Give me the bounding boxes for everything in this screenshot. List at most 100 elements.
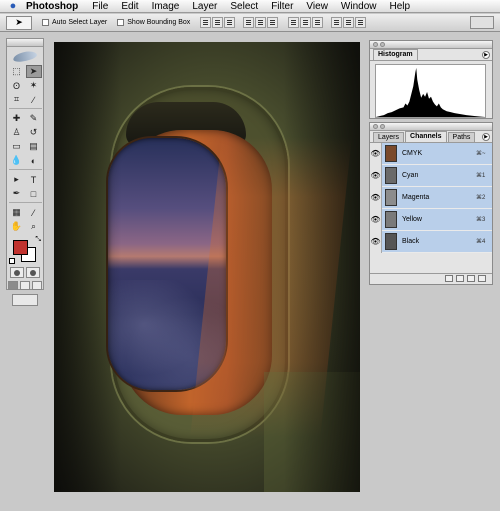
- tab-paths[interactable]: Paths: [447, 132, 476, 142]
- eyedropper-tool-icon[interactable]: ⁄: [26, 206, 42, 219]
- menu-edit[interactable]: Edit: [121, 1, 151, 12]
- tool-preset-picker[interactable]: ➤: [6, 15, 32, 30]
- move-arrow-icon: ➤: [15, 17, 23, 27]
- panel-minimize-icon[interactable]: [380, 42, 385, 47]
- apple-menu-icon[interactable]: ●: [0, 0, 26, 12]
- tab-channels[interactable]: Channels: [405, 131, 447, 142]
- bounding-box-option[interactable]: Show Bounding Box: [117, 19, 190, 26]
- menu-layer[interactable]: Layer: [192, 1, 230, 12]
- menu-app-name[interactable]: Photoshop: [26, 1, 92, 12]
- full-screen-icon[interactable]: [32, 281, 42, 290]
- slice-tool-icon[interactable]: ∕: [26, 93, 42, 106]
- distribute-right-icon[interactable]: [355, 17, 367, 28]
- panel-menu-icon[interactable]: ▶: [482, 133, 490, 141]
- gradient-tool-icon[interactable]: ▤: [26, 140, 42, 153]
- palette-well[interactable]: [470, 16, 494, 29]
- hand-tool-icon[interactable]: ✋: [9, 220, 25, 233]
- save-selection-icon[interactable]: [456, 275, 464, 282]
- distribute-vcenter-icon[interactable]: [300, 17, 312, 28]
- auto-select-checkbox[interactable]: [42, 19, 49, 26]
- channel-row[interactable]: 👁 Cyan ⌘1: [370, 164, 492, 187]
- photoshop-feather-icon[interactable]: [7, 47, 43, 65]
- path-selection-tool-icon[interactable]: ▸: [9, 173, 25, 186]
- tab-layers[interactable]: Layers: [373, 132, 405, 142]
- eye-icon[interactable]: 👁: [370, 186, 382, 209]
- standard-screen-icon[interactable]: [8, 281, 18, 290]
- standard-mode-icon[interactable]: [10, 267, 24, 278]
- panel-close-icon[interactable]: [373, 124, 378, 129]
- type-tool-icon[interactable]: T: [26, 173, 42, 186]
- eraser-tool-icon[interactable]: ▭: [9, 140, 25, 153]
- notes-tool-icon[interactable]: ▦: [9, 206, 25, 219]
- clone-stamp-tool-icon[interactable]: ♙: [9, 126, 25, 139]
- channel-row[interactable]: 👁 Black ⌘4: [370, 230, 492, 253]
- swap-colors-icon[interactable]: ⤡: [35, 236, 41, 244]
- menu-filter[interactable]: Filter: [271, 1, 306, 12]
- shape-tool-icon[interactable]: □: [26, 187, 42, 200]
- default-colors-icon[interactable]: [9, 258, 15, 264]
- align-bottom-icon[interactable]: [224, 17, 236, 28]
- align-hcenter-icon[interactable]: [255, 17, 267, 28]
- align-left-icon[interactable]: [243, 17, 255, 28]
- panel-menu-icon[interactable]: ▶: [482, 51, 490, 59]
- menu-window[interactable]: Window: [341, 1, 390, 12]
- channel-name: Magenta: [402, 194, 430, 201]
- auto-select-option[interactable]: Auto Select Layer: [42, 19, 107, 26]
- quick-mask-mode-icon[interactable]: [26, 267, 40, 278]
- toolbox: ⬚ ➤ ʘ ✶ ⌗ ∕ ✚ ✎ ♙ ↺ ▭ ▤ 💧 ◐ ▸ T ✒ □ ▦ ⁄ …: [6, 38, 44, 306]
- pen-tool-icon[interactable]: ✒: [9, 187, 25, 200]
- align-vcenter-icon[interactable]: [212, 17, 224, 28]
- dodge-tool-icon[interactable]: ◐: [26, 154, 42, 167]
- panel-minimize-icon[interactable]: [380, 124, 385, 129]
- align-top-icon[interactable]: [200, 17, 212, 28]
- blur-tool-icon[interactable]: 💧: [9, 154, 25, 167]
- channel-shortcut: ⌘3: [476, 217, 486, 223]
- auto-select-label: Auto Select Layer: [52, 19, 108, 26]
- channel-row[interactable]: 👁 CMYK ⌘~: [370, 142, 492, 165]
- healing-brush-tool-icon[interactable]: ✚: [9, 112, 25, 125]
- foreground-color-swatch[interactable]: [13, 240, 28, 255]
- channel-row[interactable]: 👁 Yellow ⌘3: [370, 208, 492, 231]
- menu-image[interactable]: Image: [152, 1, 193, 12]
- history-brush-tool-icon[interactable]: ↺: [26, 126, 42, 139]
- align-right-icon[interactable]: [267, 17, 279, 28]
- channel-name: CMYK: [402, 150, 423, 157]
- bounding-box-checkbox[interactable]: [117, 19, 125, 26]
- magic-wand-tool-icon[interactable]: ✶: [26, 79, 42, 92]
- crop-tool-icon[interactable]: ⌗: [9, 93, 25, 106]
- full-screen-menu-icon[interactable]: [20, 281, 30, 290]
- tab-histogram[interactable]: Histogram: [373, 49, 418, 60]
- new-channel-icon[interactable]: [467, 275, 475, 282]
- delete-channel-icon[interactable]: [478, 275, 486, 282]
- lasso-tool-icon[interactable]: ʘ: [9, 79, 25, 92]
- distribute-left-icon[interactable]: [331, 17, 343, 28]
- toolbox-titlebar[interactable]: [7, 39, 43, 47]
- menu-select[interactable]: Select: [230, 1, 271, 12]
- eye-icon[interactable]: 👁: [370, 208, 382, 231]
- document-canvas[interactable]: [54, 42, 360, 492]
- color-swatches: ⤡: [9, 236, 41, 264]
- channel-thumbnail: [385, 167, 397, 184]
- channels-panel-titlebar[interactable]: [370, 123, 492, 131]
- panel-close-icon[interactable]: [373, 42, 378, 47]
- histogram-panel-titlebar[interactable]: [370, 41, 492, 49]
- channel-shortcut: ⌘1: [476, 173, 486, 179]
- brush-tool-icon[interactable]: ✎: [26, 112, 42, 125]
- menu-file[interactable]: File: [92, 1, 121, 12]
- menu-view[interactable]: View: [306, 1, 341, 12]
- menu-help[interactable]: Help: [390, 1, 424, 12]
- eye-icon[interactable]: 👁: [370, 142, 382, 165]
- eye-icon[interactable]: 👁: [370, 164, 382, 187]
- jump-to-imageready-icon[interactable]: [12, 294, 38, 306]
- distribute-top-icon[interactable]: [288, 17, 300, 28]
- load-selection-icon[interactable]: [445, 275, 453, 282]
- channel-name: Black: [402, 238, 420, 245]
- zoom-tool-icon[interactable]: ⌕: [26, 220, 42, 233]
- channel-shortcut: ⌘~: [476, 151, 486, 157]
- marquee-tool-icon[interactable]: ⬚: [9, 65, 25, 78]
- distribute-bottom-icon[interactable]: [312, 17, 324, 28]
- channel-row[interactable]: 👁 Magenta ⌘2: [370, 186, 492, 209]
- move-tool-icon[interactable]: ➤: [25, 65, 42, 78]
- distribute-hcenter-icon[interactable]: [343, 17, 355, 28]
- eye-icon[interactable]: 👁: [370, 230, 382, 253]
